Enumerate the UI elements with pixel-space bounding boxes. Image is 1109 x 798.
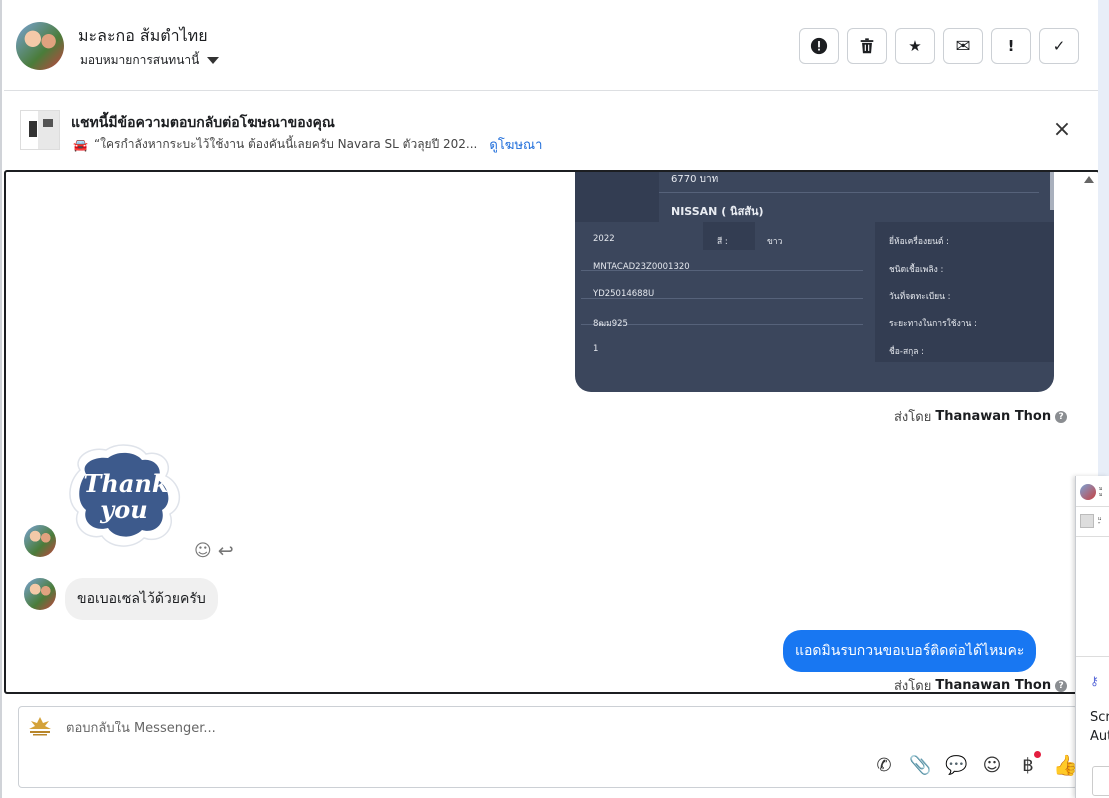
card-mileage-label: ระยะทางในการใช้งาน : [889,319,977,329]
message-actions: ☺ ↩ [194,540,234,562]
envelope-icon: ✉ [955,35,971,57]
delete-button[interactable] [847,28,887,64]
ad-thumbnail[interactable] [20,110,60,150]
contact-avatar-small[interactable] [24,578,56,610]
payment-baht-icon[interactable]: ฿ [1017,750,1041,776]
floating-panel[interactable]: มม แ“ ⚷ Scr Aut [1075,476,1109,798]
email-button[interactable]: ✉ [943,28,983,64]
contact-name[interactable]: มะละกอ ส้มตำไทย [78,24,208,49]
sender-name: Thanawan Thon [935,409,1052,424]
reply-arrow-icon[interactable]: ↩ [218,540,234,562]
card-color-label: สี : [717,237,728,247]
extension-icon[interactable]: ⚷ [1090,674,1099,688]
card-brand: NISSAN ( นิสสัน) [671,205,764,218]
page-logo-icon [29,717,51,736]
done-button[interactable]: ✓ [1039,28,1079,64]
react-emoji-icon[interactable]: ☺ [194,541,212,561]
card-owner-name-label: ชื่อ-สกุล : [889,347,925,357]
help-icon[interactable]: ? [1055,410,1068,423]
spam-button[interactable]: ! [991,28,1031,64]
scroll-up-arrow-icon[interactable] [1084,176,1094,183]
reply-input[interactable] [66,721,666,736]
notification-dot [1034,750,1041,758]
card-plate: 8ฒม925 [593,319,628,329]
check-icon: ✓ [1052,37,1066,55]
star-button[interactable]: ★ [895,28,935,64]
thumbs-up-icon[interactable]: 👍 [1053,753,1078,777]
ad-banner-title: แชทนี้มีข้อความตอบกลับต่อโฆษณาของคุณ [71,115,335,131]
report-button[interactable] [799,28,839,64]
saved-reply-icon[interactable]: 💬 [945,755,967,776]
star-icon: ★ [908,37,922,55]
card-chassis: MNTACAD23Z0001320 [593,262,690,272]
ad-banner-subtitle: 🚘 “ใครกำลังหากระบะไว้ใช้งาน ต้องคันนี้เล… [73,134,542,155]
ad-quote-text: “ใครกำลังหากระบะไว้ใช้งาน ต้องคันนี้เลยค… [93,137,478,151]
composer-tools: ✆ 📎 💬 ☺ ฿ 👍 [873,750,1078,777]
assign-label: มอบหมายการสนทนานี้ [80,53,200,67]
card-year: 2022 [593,234,615,244]
alert-circle-icon [810,37,828,55]
partial-panel-text: Scr Aut [1090,710,1109,744]
emoji-icon[interactable]: ☺ [981,755,1003,776]
partial-panel-box[interactable] [1092,766,1109,796]
thank-you-sticker[interactable]: Thank you [66,440,186,552]
view-ad-link[interactable]: ดูโฆษณา [489,134,542,155]
card-owner-count: 1 [593,344,599,354]
card-fuel-label: ชนิดเชื้อเพลิง : [889,265,944,275]
header-divider [4,90,1098,91]
paperclip-icon[interactable]: 📎 [909,755,931,776]
message-composer: ✆ 📎 💬 ☺ ฿ 👍 [18,706,1078,788]
caret-down-icon [207,57,220,64]
close-icon[interactable]: × [1052,119,1072,141]
phone-icon[interactable]: ✆ [873,755,895,776]
inbox-chat-panel: มะละกอ ส้มตำไทย มอบหมายการสนทนานี้ ★ ✉ !… [0,0,1100,798]
outgoing-message-bubble[interactable]: แอดมินรบกวนขอเบอร์ติดต่อได้ไหมคะ [783,630,1037,672]
contact-avatar-small[interactable] [24,525,56,557]
sticker-text-you: you [99,495,147,524]
assign-conversation-dropdown[interactable]: มอบหมายการสนทนานี้ [80,51,220,70]
conversation-header: มะละกอ ส้มตำไทย มอบหมายการสนทนานี้ ★ ✉ !… [16,20,1079,72]
exclamation-icon: ! [1007,37,1015,55]
help-icon[interactable]: ? [1055,679,1068,692]
card-price: 6770 บาท [671,174,719,185]
mini-header-text: มม [1099,486,1103,498]
car-emoji-icon: 🚘 [73,137,88,152]
incoming-message-bubble[interactable]: ขอเบอเซลไว้ด้วยครับ [65,578,218,620]
sent-by-label: ส่งโดย Thanawan Thon ? [894,406,1068,427]
sticker-text-thank: Thank [84,469,169,498]
sent-by-label: ส่งโดย Thanawan Thon ? [894,675,1068,693]
mini-ad-thumbnail [1080,514,1094,528]
message-thread[interactable]: 6770 บาท NISSAN ( นิสสัน) 2022 สี : ขาว … [4,170,1100,694]
card-engine-label: ยี่ห้อเครื่องยนต์ : [889,237,949,247]
card-engine-no: YD25014688U [593,289,655,299]
mini-avatar [1080,484,1096,500]
card-register-date-label: วันที่จดทะเบียน : [889,292,951,302]
mini-ad-text: แ “ [1098,516,1102,528]
sender-name: Thanawan Thon [935,678,1052,693]
vehicle-info-image[interactable]: 6770 บาท NISSAN ( นิสสัน) 2022 สี : ขาว … [575,172,1054,392]
header-actions: ★ ✉ ! ✓ [799,28,1079,64]
contact-avatar[interactable] [16,22,64,70]
card-color-value: ขาว [767,237,783,247]
trash-icon [860,38,874,54]
